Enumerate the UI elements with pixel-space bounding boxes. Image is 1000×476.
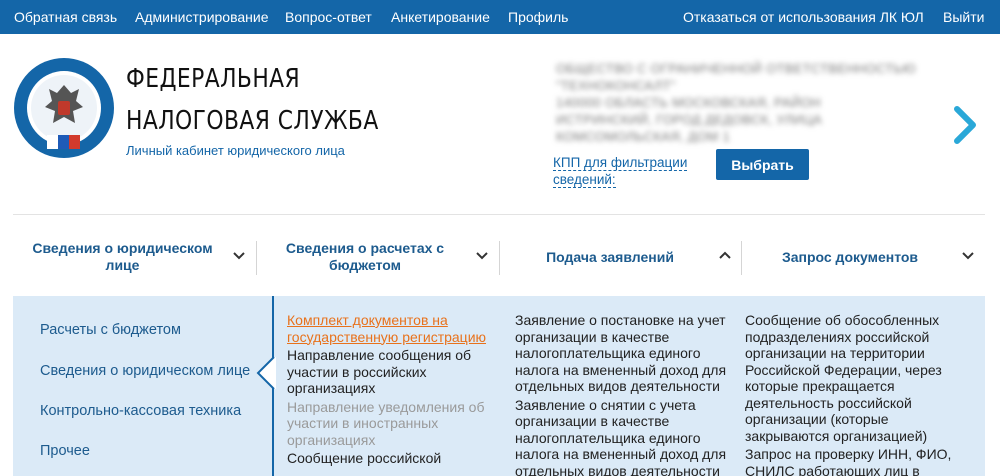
tab-request-documents[interactable]: Запрос документов — [760, 238, 940, 276]
menu-item-russian-message[interactable]: Сообщение российской — [287, 450, 502, 467]
menu-item-subdivisions-closing[interactable]: Сообщение об обособленных подразделениях… — [745, 312, 975, 444]
brand-title-line1: ФЕДЕРАЛЬНАЯ — [126, 64, 301, 94]
nav-divider — [13, 214, 985, 215]
chevron-down-icon[interactable] — [476, 252, 488, 260]
topbar-link-logout[interactable]: Выйти — [943, 9, 984, 25]
tab-submit-applications[interactable]: Подача заявлений — [520, 238, 700, 276]
topbar-link-feedback[interactable]: Обратная связь — [14, 9, 117, 25]
menu-item-envd-registration[interactable]: Заявление о постановке на учет организац… — [515, 312, 727, 395]
topbar-link-faq[interactable]: Вопрос-ответ — [285, 9, 372, 25]
chevron-up-icon[interactable] — [719, 251, 731, 259]
submenu-column-2: Заявление о постановке на учет организац… — [515, 312, 727, 476]
tab-separator — [499, 241, 500, 275]
tab-separator — [256, 241, 257, 275]
kpp-filter-link[interactable]: КПП для фильтрации сведений: — [553, 154, 703, 188]
select-button[interactable]: Выбрать — [716, 149, 809, 180]
chevron-down-icon[interactable] — [233, 252, 245, 260]
topbar-link-opt-out[interactable]: Отказаться от использования ЛК ЮЛ — [683, 9, 924, 25]
submenu-column-3: Сообщение об обособленных подразделениях… — [745, 312, 975, 476]
chevron-right-icon[interactable] — [950, 105, 980, 145]
active-pointer-icon — [256, 357, 276, 389]
sidebar-item-cash-registers[interactable]: Контрольно-кассовая техника — [40, 403, 241, 419]
chevron-down-icon[interactable] — [962, 252, 974, 260]
fns-emblem-logo[interactable] — [13, 57, 115, 159]
menu-item-envd-deregistration[interactable]: Заявление о снятии с учета организации в… — [515, 397, 727, 476]
menu-item-foreign-participation[interactable]: Направление уведомления об участии в ино… — [287, 399, 502, 449]
tab-budget-settlements[interactable]: Сведения о расчетах с бюджетом — [275, 238, 455, 276]
sidebar-item-budget-settlements[interactable]: Расчеты с бюджетом — [40, 322, 181, 338]
menu-item-registration-package[interactable]: Комплект документов на государственную р… — [287, 312, 502, 345]
topbar-link-survey[interactable]: Анкетирование — [391, 9, 490, 25]
tab-legal-entity-info[interactable]: Сведения о юридическом лице — [25, 238, 220, 276]
topbar-link-profile[interactable]: Профиль — [508, 9, 568, 25]
sidebar-item-other[interactable]: Прочее — [40, 443, 90, 459]
menu-item-russian-participation[interactable]: Направление сообщения об участии в росси… — [287, 347, 502, 397]
menu-item-inn-check-request[interactable]: Запрос на проверку ИНН, ФИО, СНИЛС работ… — [745, 446, 975, 476]
tab-separator — [741, 241, 742, 275]
sidebar-item-legal-entity-info[interactable]: Сведения о юридическом лице — [40, 363, 250, 379]
brand-title-line2: НАЛОГОВАЯ СЛУЖБА — [126, 106, 379, 136]
top-navigation-bar: Обратная связь Администрирование Вопрос-… — [0, 0, 1000, 34]
topbar-link-administration[interactable]: Администрирование — [135, 9, 269, 25]
submenu-column-1: Комплект документов на государственную р… — [287, 312, 502, 469]
organization-info-blurred: ОБЩЕСТВО С ОГРАНИЧЕННОЙ ОТВЕТСТВЕННОСТЬЮ… — [556, 61, 916, 144]
brand-subtitle: Личный кабинет юридического лица — [126, 143, 345, 158]
